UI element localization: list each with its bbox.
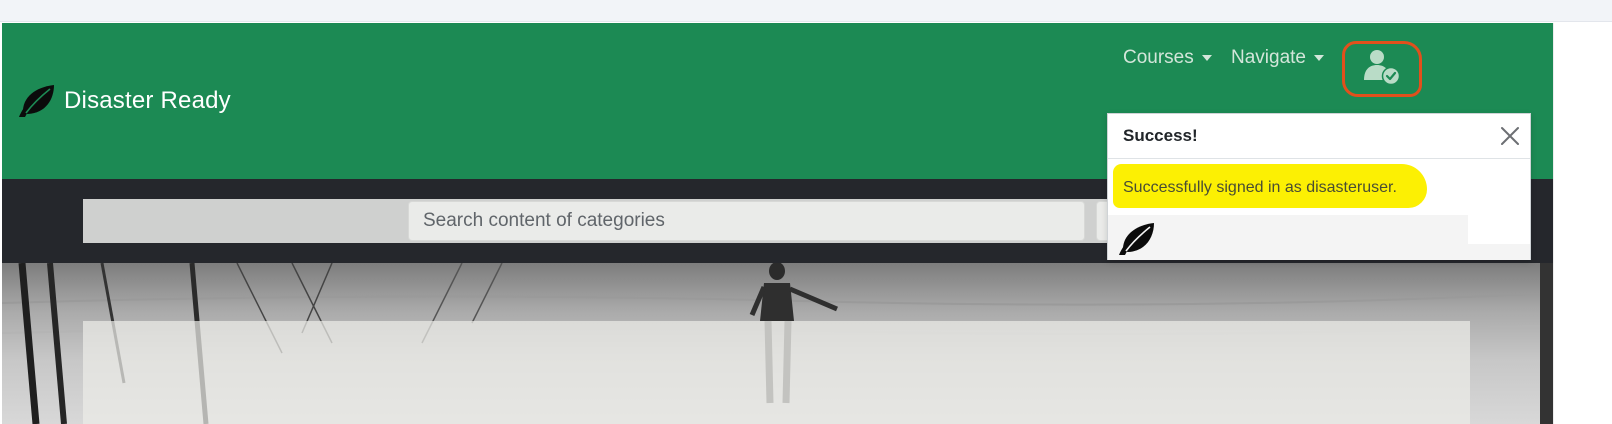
toast-header: Success! — [1108, 114, 1530, 159]
nav-courses-dropdown[interactable]: Courses — [1123, 47, 1212, 69]
user-menu-button[interactable] — [1342, 41, 1422, 97]
toast-title: Success! — [1123, 126, 1198, 145]
brand-name: Disaster Ready — [64, 87, 231, 114]
brand-link[interactable]: Disaster Ready — [16, 83, 231, 119]
chevron-down-icon — [1314, 55, 1324, 61]
toast-footer-strip — [1468, 215, 1530, 244]
nav-navigate-label: Navigate — [1231, 47, 1306, 68]
success-toast: Success! Successfully signed in as disas… — [1107, 113, 1531, 260]
chevron-down-icon — [1201, 55, 1212, 61]
user-check-icon — [1362, 48, 1402, 91]
browser-top-strip — [0, 0, 1612, 22]
leaf-icon — [1116, 219, 1156, 257]
hero-image — [2, 263, 1553, 424]
page-scrollbar-track[interactable] — [1553, 23, 1612, 424]
leaf-icon — [16, 83, 56, 119]
nav-navigate-dropdown[interactable]: Navigate — [1231, 47, 1324, 69]
toast-message: Successfully signed in as disasteruser. — [1123, 179, 1397, 196]
nav-courses-label: Courses — [1123, 47, 1194, 68]
toast-footer — [1108, 215, 1530, 260]
search-input[interactable] — [408, 201, 1085, 241]
toast-body: Successfully signed in as disasteruser. — [1108, 160, 1530, 216]
hero-card — [83, 321, 1470, 424]
close-icon[interactable] — [1498, 124, 1522, 148]
